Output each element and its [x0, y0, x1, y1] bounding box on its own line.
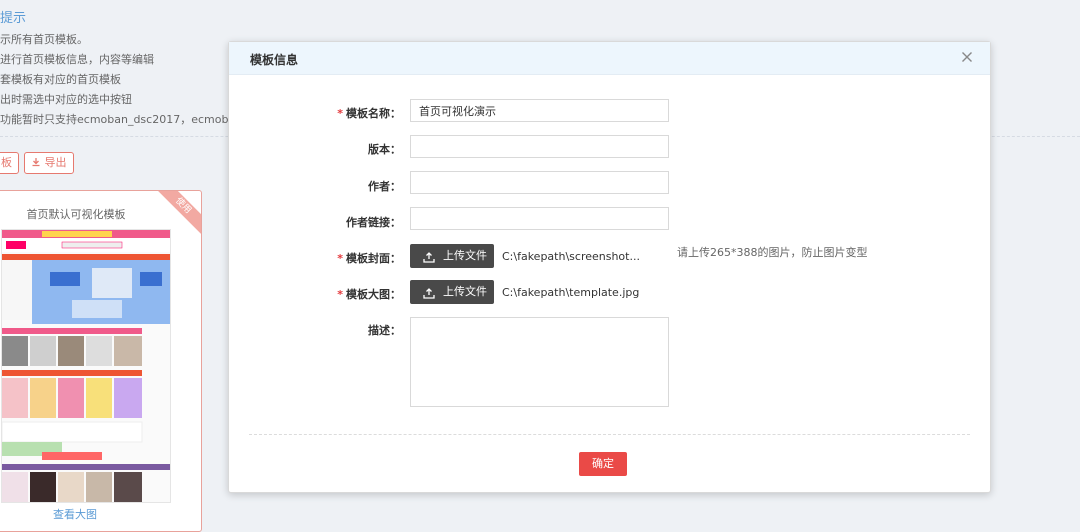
tip-item: 套模板有对应的首页模板 [0, 73, 121, 86]
page-tip-title: 提示 [0, 11, 27, 26]
tip-item: 出时需选中对应的选中按钮 [0, 93, 132, 106]
template-button[interactable]: 板 [0, 152, 19, 174]
version-input[interactable] [410, 135, 669, 158]
upload-cover-button[interactable]: 上传文件 [410, 244, 494, 268]
view-large-link[interactable]: 查看大图 [53, 506, 97, 522]
cover-hint: 请上传265*388的图片，防止图片变型 [677, 246, 868, 259]
tip-item: 示所有首页模板。 [0, 33, 88, 46]
author-link-input[interactable] [410, 207, 669, 230]
modal-divider [249, 434, 970, 435]
tips-list: 示所有首页模板。 进行首页模板信息，内容等编辑 套模板有对应的首页模板 出时需选… [0, 30, 266, 130]
template-name-label-text: 模板名称： [346, 107, 401, 120]
tip-item: 功能暂时只支持ecmoban_dsc2017，ecmoban_dsc [0, 113, 267, 126]
modal-title: 模板信息 [250, 53, 299, 67]
export-button[interactable]: 导出 [24, 152, 74, 174]
version-label: 版本： [368, 143, 401, 156]
description-textarea[interactable] [410, 317, 669, 407]
author-label: 作者： [368, 180, 401, 193]
cover-label-text: 模板封面： [346, 252, 401, 265]
template-card-title: 首页默认可视化模板 [26, 208, 126, 221]
download-icon [31, 154, 41, 167]
author-input[interactable] [410, 171, 669, 194]
modal-header: 模板信息 [229, 42, 990, 75]
confirm-button[interactable]: 确定 [579, 452, 627, 476]
export-button-label: 导出 [44, 156, 67, 169]
description-label: 描述： [368, 324, 401, 337]
close-icon[interactable] [959, 49, 975, 65]
tip-item: 进行首页模板信息，内容等编辑 [0, 53, 154, 66]
template-name-input[interactable]: 首页可视化演示 [410, 99, 669, 122]
upload-cover-button-label: 上传文件 [443, 249, 487, 262]
required-mark: * [337, 288, 343, 301]
required-mark: * [337, 252, 343, 265]
upload-icon [422, 249, 436, 263]
upload-large-image-button-label: 上传文件 [443, 285, 487, 298]
upload-large-image-button[interactable]: 上传文件 [410, 280, 494, 304]
large-image-label-text: 模板大图： [346, 288, 401, 301]
template-card[interactable]: 首页默认可视化模板 使用 [0, 190, 202, 532]
large-image-file-path: C:\fakepath\template.jpg [502, 286, 640, 299]
upload-icon [422, 285, 436, 299]
template-button-label: 板 [1, 156, 12, 169]
required-mark: * [337, 107, 343, 120]
template-thumbnail[interactable] [1, 229, 171, 503]
author-link-label: 作者链接： [346, 216, 401, 229]
cover-file-path: C:\fakepath\screenshot... [502, 250, 640, 263]
template-info-modal: 模板信息 * 模板名称： 首页可视化演示 版本： 作者： 作者链接： * 模板封面：… [228, 41, 991, 493]
cover-label: * 模板封面： [229, 250, 401, 266]
template-name-label: * 模板名称： [229, 105, 401, 121]
large-image-label: * 模板大图： [229, 286, 401, 302]
